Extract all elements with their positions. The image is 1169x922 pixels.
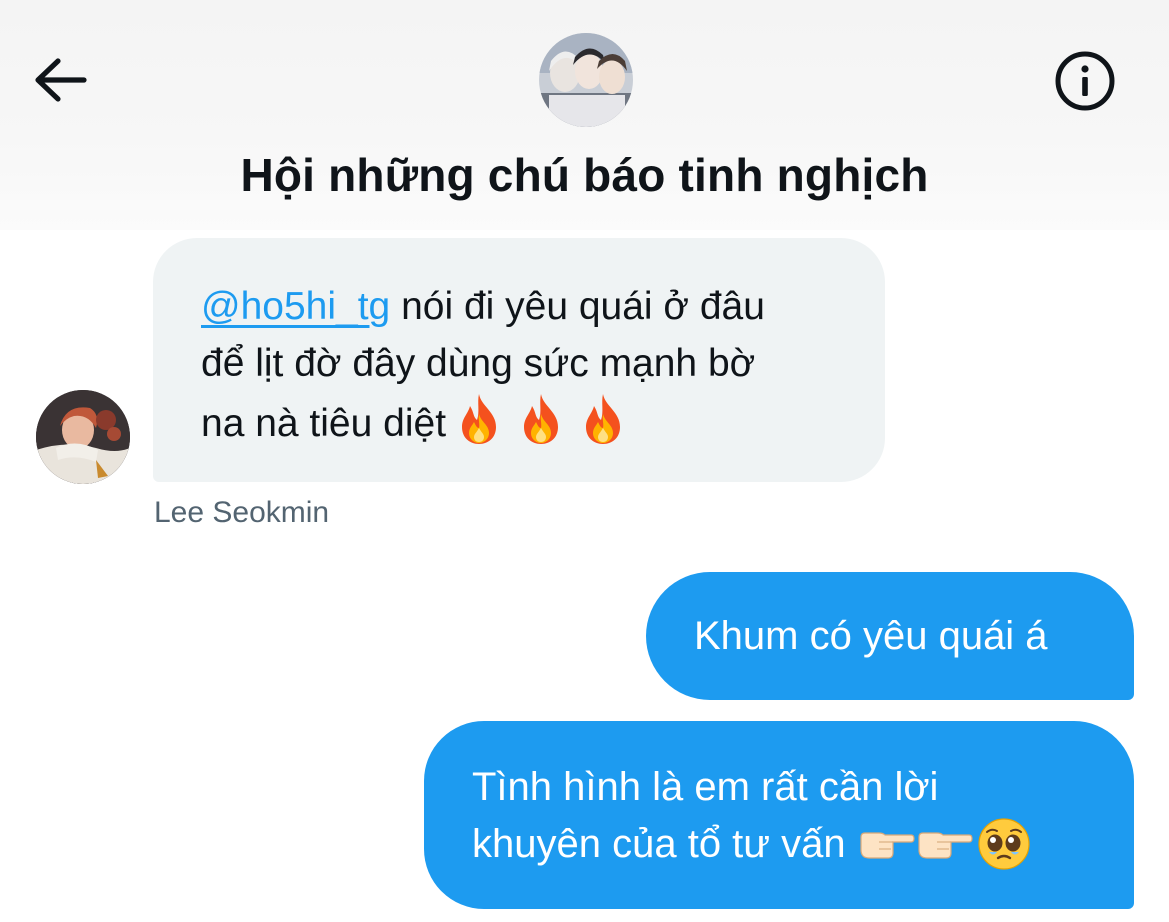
sender-avatar[interactable] (36, 390, 130, 484)
outgoing-message-bubble[interactable]: Tình hình là em rất cần lời khuyên của t… (424, 721, 1134, 909)
message-text: để lịt đờ đây dùng sức mạnh bờ (201, 342, 756, 385)
conversation-title: Hội những chú báo tinh nghịch (240, 149, 929, 201)
pleading-face-emoji-icon (978, 818, 1030, 870)
message-text: nói đi yêu quái ở đâu (390, 285, 765, 328)
message-text: na nà tiêu diệt (201, 402, 447, 445)
info-icon (1055, 51, 1115, 111)
fire-emoji-icon (586, 394, 621, 444)
backhand-index-pointing-right-icon (918, 832, 973, 859)
back-button[interactable] (30, 52, 90, 108)
sender-name: Lee Seokmin (154, 496, 330, 529)
mention-link[interactable]: @ho5hi_tg (201, 285, 390, 328)
info-button[interactable] (1052, 48, 1118, 114)
group-photo-avatar[interactable] (539, 33, 633, 127)
incoming-message-bubble[interactable]: @ho5hi_tg nói đi yêu quái ở đâu để lịt đ… (153, 238, 885, 482)
conversation-header: Hội những chú báo tinh nghịch (0, 0, 1169, 230)
outgoing-message-bubble[interactable]: Khum có yêu quái á (646, 572, 1134, 700)
fire-emoji-icon (524, 394, 559, 444)
message-text: Khum có yêu quái á (694, 614, 1048, 658)
backhand-index-pointing-right-icon (860, 832, 915, 859)
fire-emoji-icon (462, 394, 497, 444)
arrow-left-icon (35, 58, 87, 102)
message-text: khuyên của tổ tư vấn (472, 822, 857, 866)
message-text: Tình hình là em rất cần lời (472, 765, 939, 809)
